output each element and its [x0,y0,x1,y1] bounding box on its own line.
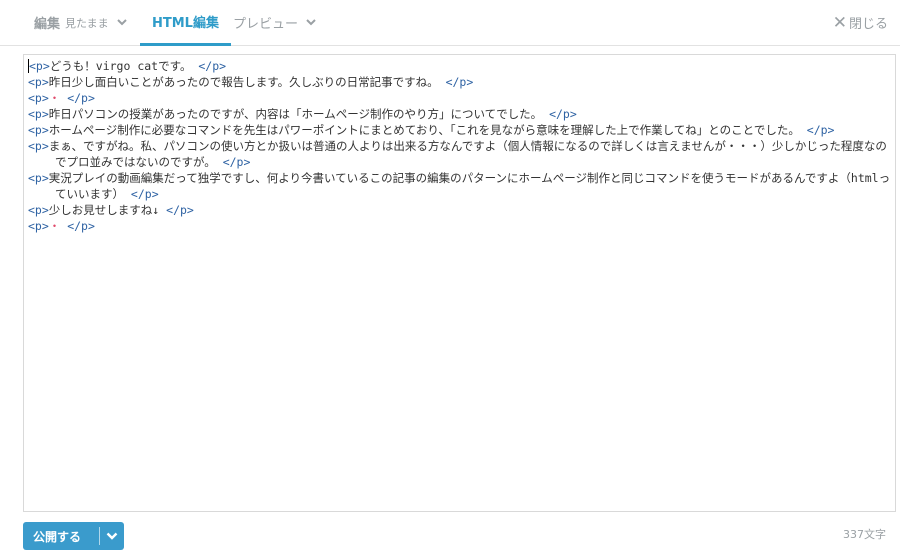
code-line: <p>・ </p> [28,90,891,106]
close-button[interactable]: ✕ 閉じる [833,0,888,45]
code-line: <p>・ </p> [28,218,891,234]
open-tag: <p> [28,59,50,73]
line-text: 実況プレイの動画編集だって独学ですし、何より今書いているこの記事の編集のパターン… [48,171,891,201]
code-line: <p>まぁ、ですがね。私、パソコンの使い方とか扱いは普通の人よりは出来る方なんで… [28,138,891,170]
close-tag: </p> [159,203,194,217]
code-line: <p>少しお見せしますね↓ </p> [28,202,891,218]
line-text: まぁ、ですがね。私、パソコンの使い方とか扱いは普通の人よりは出来る方なんですよ（… [48,139,887,169]
publish-options-button[interactable] [100,522,124,550]
close-label: 閉じる [848,17,888,32]
open-tag: <p> [28,91,49,105]
open-tag: <p> [28,171,49,185]
chevron-down-icon [106,532,118,540]
line-text: ・ [48,91,61,105]
code-line: <p>昨日少し面白いことがあったので報告します。久しぶりの日常記事ですね。 </… [28,74,891,90]
tab-html-edit[interactable]: HTML編集 [140,0,231,46]
line-text: 昨日少し面白いことがあったので報告します。久しぶりの日常記事ですね。 [48,75,439,89]
open-tag: <p> [28,203,49,217]
tab-preview[interactable]: プレビュー [233,0,316,45]
code-line: <p>実況プレイの動画編集だって独学ですし、何より今書いているこの記事の編集のパ… [28,170,891,202]
close-tag: </p> [191,59,227,73]
tab-wysiwyg-label: 編集 [34,17,61,32]
chevron-down-icon [306,16,316,29]
close-icon: ✕ [832,12,847,33]
editor-tab-bar: 編集 見たまま HTML編集 プレビュー ✕ 閉じる [0,0,900,46]
close-tag: </p> [215,155,251,169]
line-text: どうも！virgo catです。 [49,59,192,73]
close-tag: </p> [60,91,95,105]
code-line: <p>ホームページ制作に必要なコマンドを先生はパワーポイントにまとめており、「こ… [28,122,891,138]
close-tag: </p> [60,219,95,233]
open-tag: <p> [28,75,49,89]
publish-button-group: 公開する [23,522,124,550]
tab-wysiwyg-sublabel: 見たまま [65,16,109,30]
line-text: 少しお見せしますね↓ [48,203,160,217]
line-text: ホームページ制作に必要なコマンドを先生はパワーポイントにまとめており、「これを見… [48,123,800,137]
open-tag: <p> [28,219,49,233]
tab-wysiwyg-edit[interactable]: 編集 見たまま [34,0,127,45]
close-tag: </p> [124,187,159,201]
close-tag: </p> [438,75,474,89]
close-tag: </p> [799,123,835,137]
line-text: ・ [48,219,61,233]
close-tag: </p> [542,107,577,121]
line-text: 昨日パソコンの授業があったのですが、内容は「ホームページ制作のやり方」についてで… [48,107,543,121]
character-count: 337文字 [843,528,886,541]
open-tag: <p> [28,107,49,121]
tab-html-label: HTML編集 [152,16,219,31]
html-editor-textarea[interactable]: <p>どうも！virgo catです。 </p> <p>昨日少し面白いことがあった… [23,54,896,512]
code-line: <p>どうも！virgo catです。 </p> [28,58,891,74]
tab-preview-label: プレビュー [233,17,299,32]
chevron-down-icon [116,16,127,29]
open-tag: <p> [28,139,49,153]
code-line: <p>昨日パソコンの授業があったのですが、内容は「ホームページ制作のやり方」につ… [28,106,891,122]
open-tag: <p> [28,123,49,137]
publish-button[interactable]: 公開する [23,528,99,545]
